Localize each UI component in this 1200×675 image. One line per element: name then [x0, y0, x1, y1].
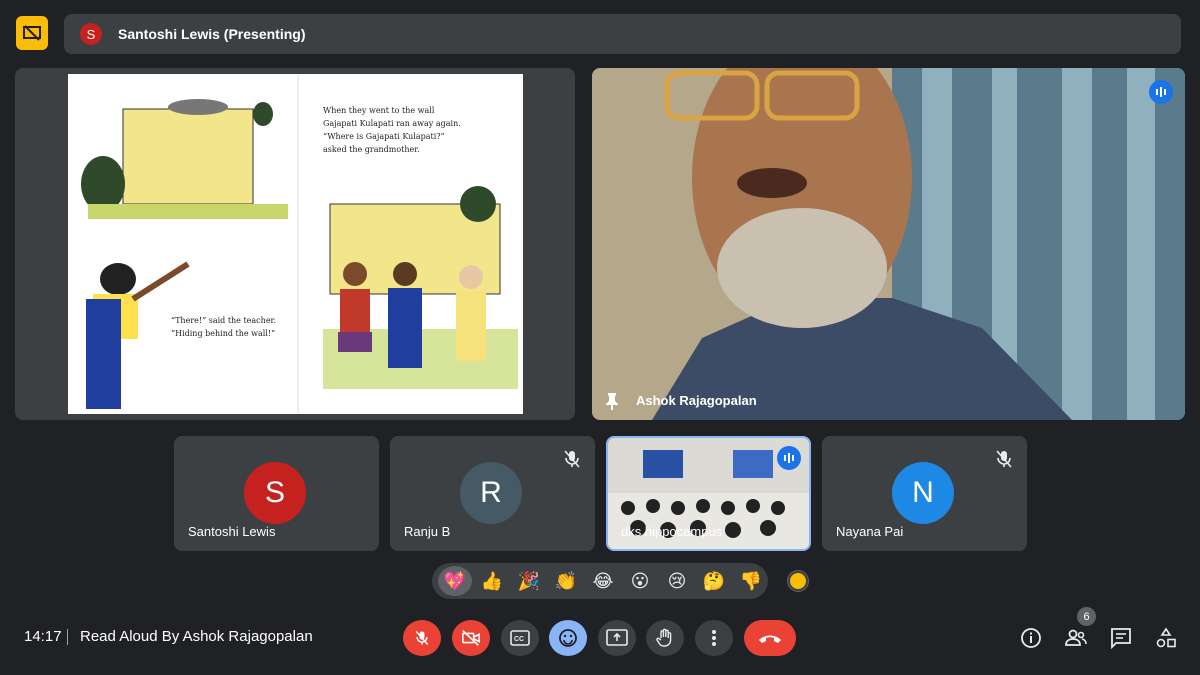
participant-name: Nayana Pai: [836, 524, 904, 539]
meeting-details-button[interactable]: [1019, 626, 1043, 650]
participant-avatar: R: [460, 462, 522, 524]
captions-icon: CC: [510, 630, 530, 646]
presenter-bar: S Santoshi Lewis (Presenting): [64, 14, 1181, 54]
reactions-bar: 💖 👍 🎉 👏 😂 😮 😢 🤔 👎: [432, 563, 768, 599]
reaction-surprised[interactable]: 😮: [623, 566, 657, 596]
call-end-icon: [759, 635, 781, 643]
leave-call-button[interactable]: [744, 620, 796, 656]
book-line: “Hiding behind the wall!”: [171, 329, 276, 338]
emoji-icon: [559, 629, 577, 647]
meeting-title: Read Aloud By Ashok Rajagopalan: [80, 628, 313, 645]
present-screen-button[interactable]: [598, 620, 636, 656]
people-icon: [1065, 629, 1087, 646]
reaction-thumbs-up[interactable]: 👍: [475, 566, 509, 596]
more-vert-icon: [712, 630, 716, 646]
reaction-heart[interactable]: 💖: [438, 566, 472, 596]
book-line: “There!” said the teacher.: [171, 316, 277, 325]
participant-count-badge: 6: [1077, 607, 1096, 626]
reaction-laugh[interactable]: 😂: [586, 566, 620, 596]
reaction-sad[interactable]: 😢: [660, 566, 694, 596]
present-icon: [606, 629, 628, 646]
presenter-avatar: S: [80, 23, 102, 45]
camera-off-icon: [462, 630, 480, 646]
participant-tile[interactable]: S Santoshi Lewis: [174, 436, 379, 551]
book-line: Gajapati Kulapati ran away again.: [323, 119, 461, 128]
book-line: When they went to the wall: [323, 106, 435, 115]
participant-avatar: N: [892, 462, 954, 524]
camera-toggle-button[interactable]: [452, 620, 490, 656]
speaking-indicator-icon: [777, 446, 801, 470]
divider: [67, 629, 68, 645]
captions-button[interactable]: CC: [501, 620, 539, 656]
more-options-button[interactable]: [695, 620, 733, 656]
hand-icon: [656, 628, 672, 647]
speaker-video: [592, 68, 1185, 420]
speaking-indicator-icon: [1149, 80, 1173, 104]
mic-off-icon: [993, 448, 1015, 470]
participant-avatar: S: [244, 462, 306, 524]
presentation-tile[interactable]: When they went to the wall Gajapati Kula…: [15, 68, 575, 420]
speaker-name: Ashok Rajagopalan: [636, 393, 757, 408]
chat-button[interactable]: [1109, 626, 1133, 650]
book-text-bottom: “There!” said the teacher. “Hiding behin…: [171, 314, 301, 340]
skin-tone-button[interactable]: [788, 571, 808, 591]
participants-button[interactable]: [1064, 626, 1088, 650]
raise-hand-button[interactable]: [646, 620, 684, 656]
info-icon: [1021, 628, 1041, 648]
participant-tile[interactable]: R Ranju B: [390, 436, 595, 551]
participant-name: Ranju B: [404, 524, 451, 539]
presenter-label: Santoshi Lewis (Presenting): [118, 26, 306, 42]
reaction-clap[interactable]: 👏: [549, 566, 583, 596]
pin-icon[interactable]: [604, 392, 620, 410]
activities-button[interactable]: [1154, 626, 1178, 650]
reaction-party[interactable]: 🎉: [512, 566, 546, 596]
book-page: When they went to the wall Gajapati Kula…: [68, 74, 523, 414]
participant-name: Santoshi Lewis: [188, 524, 276, 539]
presenting-icon[interactable]: [16, 16, 48, 50]
participant-tile[interactable]: dks hippocampus: [606, 436, 811, 551]
book-line: “Where is Gajapati Kulapati?”: [323, 132, 445, 141]
svg-text:CC: CC: [514, 636, 524, 643]
speaker-video-tile[interactable]: Ashok Rajagopalan: [592, 68, 1185, 420]
mic-off-icon: [561, 448, 583, 470]
reaction-thumbs-down[interactable]: 👎: [734, 566, 768, 596]
mic-off-icon: [415, 630, 429, 646]
book-text-top: When they went to the wall Gajapati Kula…: [323, 104, 513, 156]
participant-name: dks hippocampus: [621, 524, 723, 539]
participant-tile[interactable]: N Nayana Pai: [822, 436, 1027, 551]
clock: 14:17: [24, 628, 62, 645]
reactions-button[interactable]: [549, 620, 587, 656]
mic-toggle-button[interactable]: [403, 620, 441, 656]
reaction-thinking[interactable]: 🤔: [697, 566, 731, 596]
chat-icon: [1111, 628, 1131, 649]
book-line: asked the grandmother.: [323, 145, 420, 154]
activities-icon: [1156, 627, 1176, 648]
